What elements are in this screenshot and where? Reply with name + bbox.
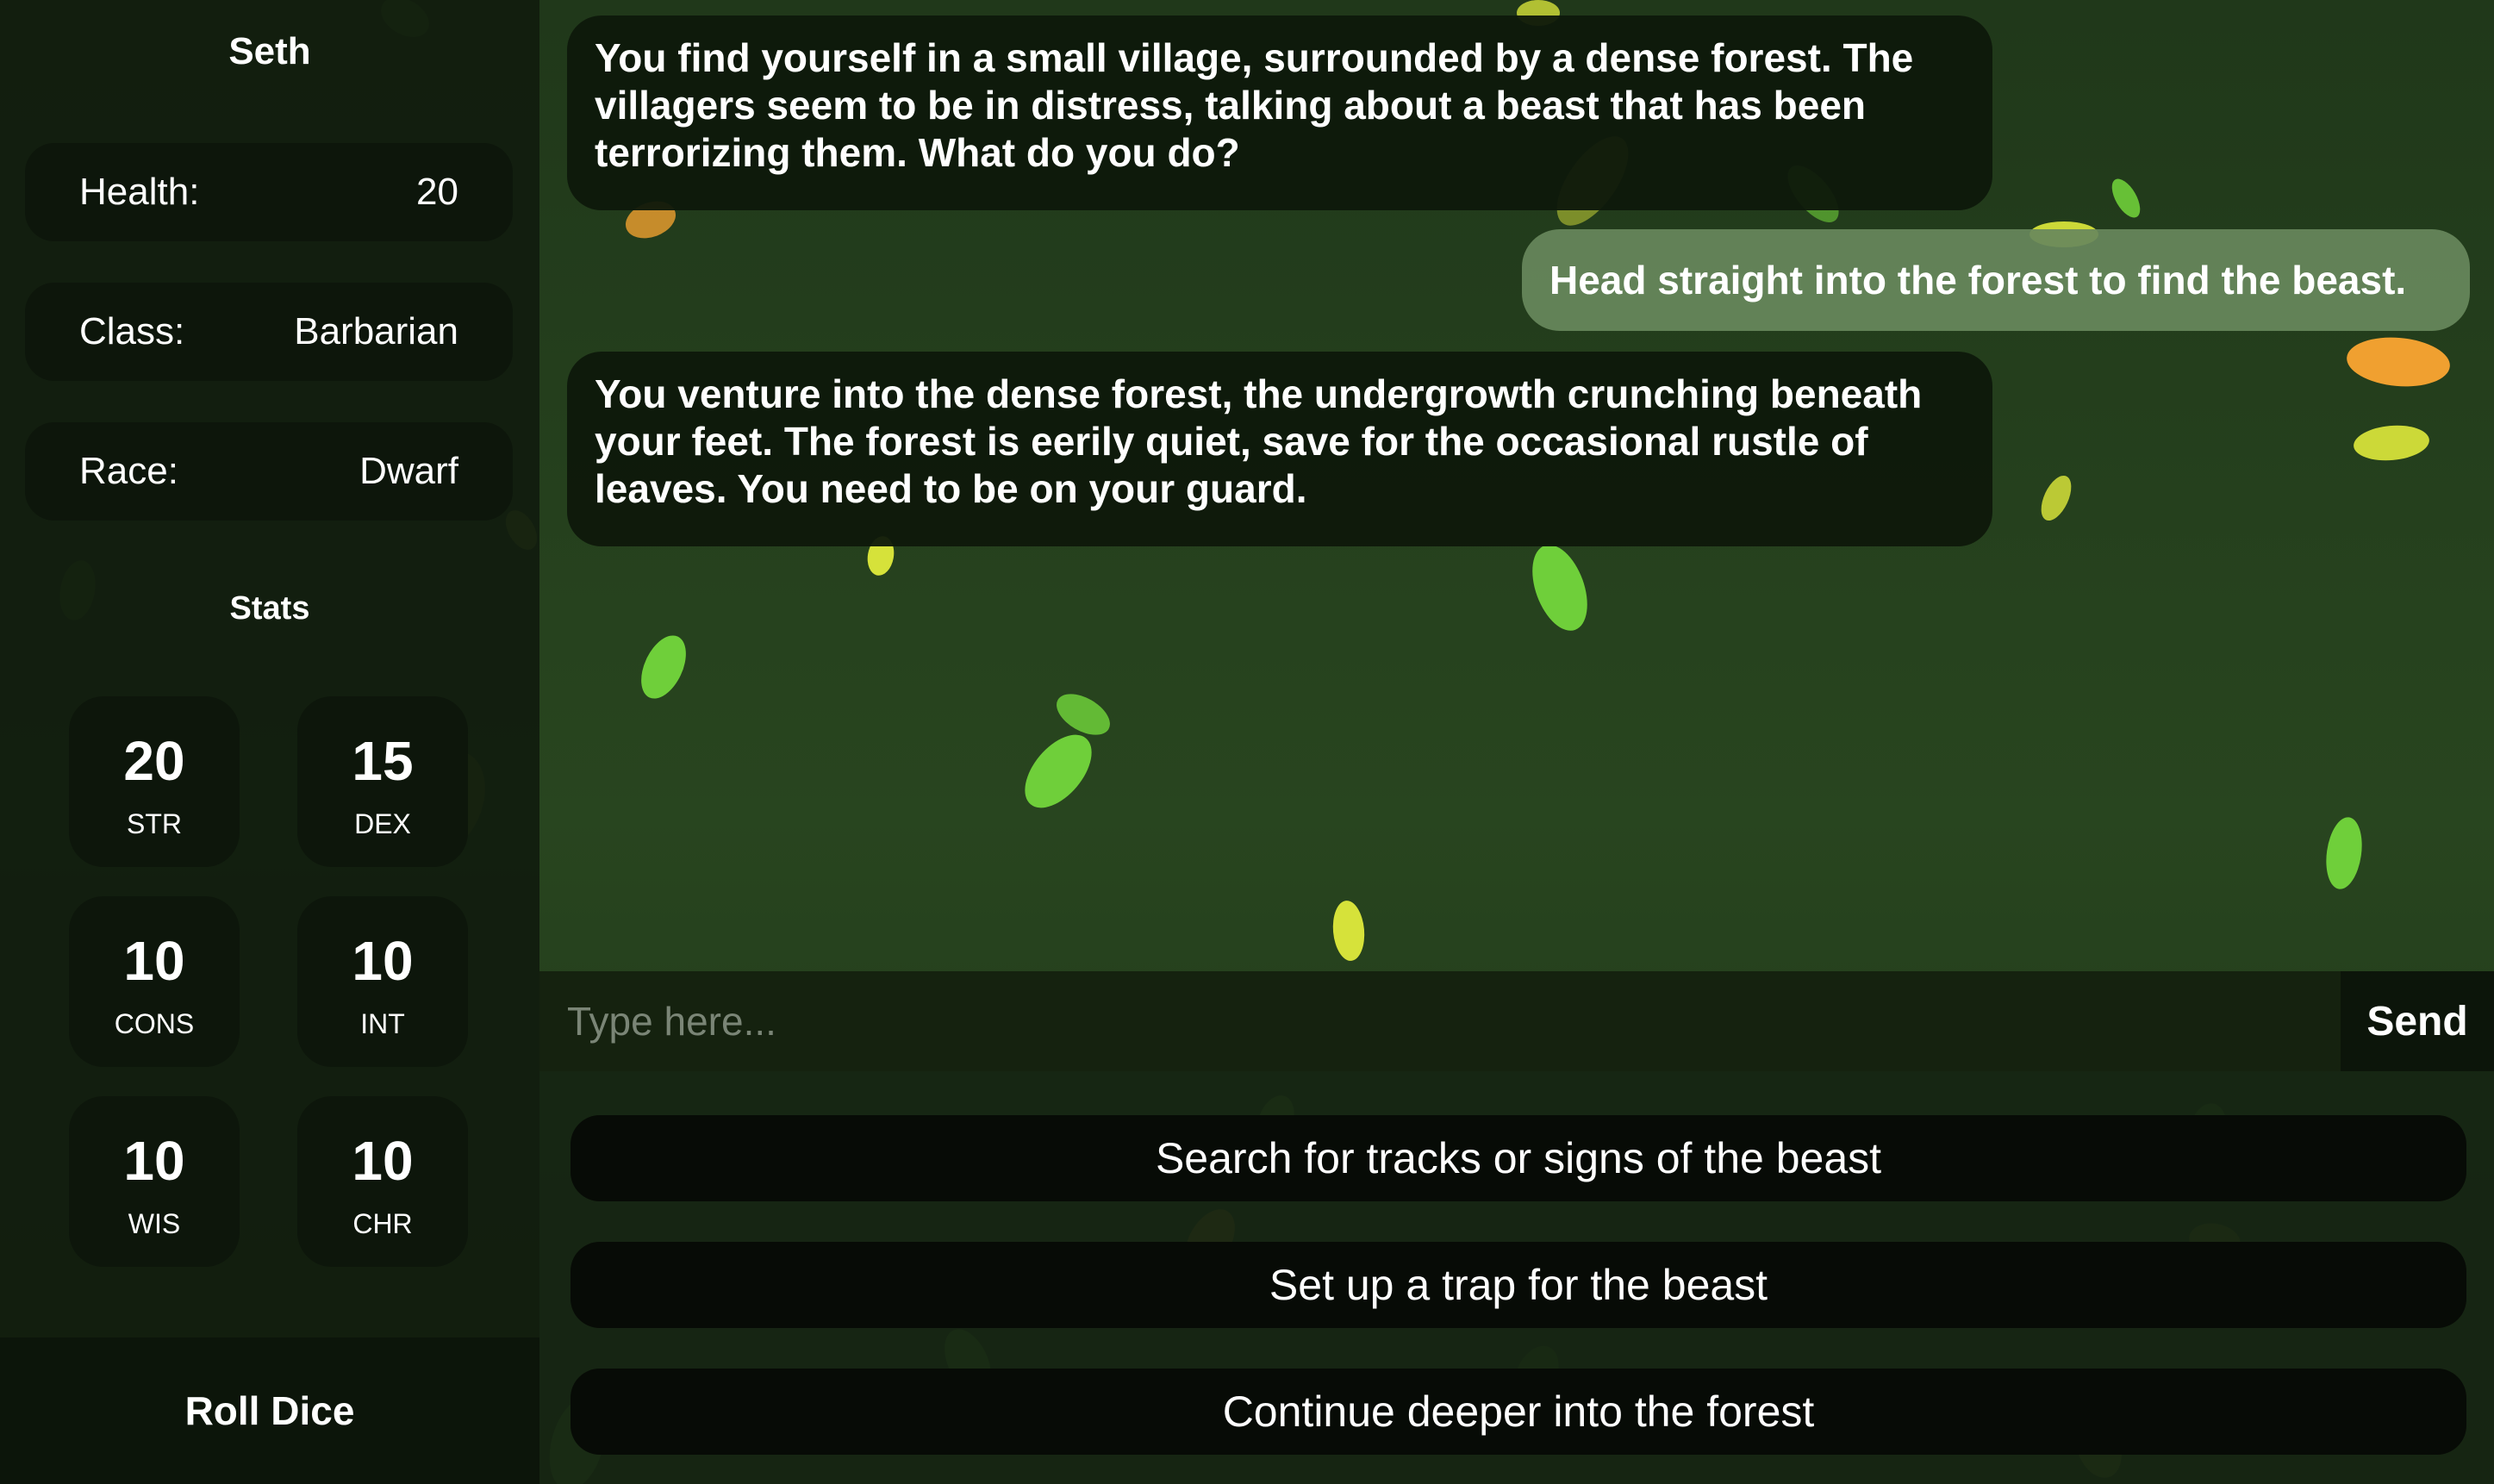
stat-label: INT bbox=[360, 1008, 405, 1039]
stat-label: DEX bbox=[354, 808, 411, 839]
send-button[interactable]: Send bbox=[2341, 971, 2494, 1071]
stat-label: CHR bbox=[352, 1208, 413, 1239]
stat-card-dex: 15 DEX bbox=[297, 696, 468, 867]
leaf-decoration bbox=[1012, 722, 1105, 820]
leaf-decoration bbox=[2344, 333, 2453, 391]
stat-value: 15 bbox=[352, 730, 414, 792]
leaf-decoration bbox=[1050, 685, 1117, 744]
character-sidebar: Seth Health: 20 Class: Barbarian Race: D… bbox=[0, 0, 539, 1484]
message-input[interactable] bbox=[539, 971, 2341, 1071]
leaf-decoration bbox=[1331, 899, 1367, 963]
narrator-message: You venture into the dense forest, the u… bbox=[567, 352, 1992, 546]
player-message: Head straight into the forest to find th… bbox=[1522, 229, 2470, 331]
leaf-decoration bbox=[2106, 174, 2146, 222]
class-value: Barbarian bbox=[294, 310, 458, 352]
leaf-decoration bbox=[2322, 814, 2366, 892]
stat-value: 10 bbox=[352, 1130, 414, 1192]
stat-value: 20 bbox=[123, 730, 185, 792]
stat-label: STR bbox=[127, 808, 182, 839]
choice-button[interactable]: Set up a trap for the beast bbox=[571, 1242, 2466, 1328]
class-box: Class: Barbarian bbox=[25, 283, 513, 381]
health-box: Health: 20 bbox=[25, 143, 513, 241]
leaf-decoration bbox=[2035, 471, 2078, 526]
stat-label: CONS bbox=[114, 1008, 195, 1039]
class-label: Class: bbox=[79, 310, 185, 352]
roll-dice-button[interactable]: Roll Dice bbox=[0, 1337, 539, 1484]
stat-value: 10 bbox=[123, 1130, 185, 1192]
health-label: Health: bbox=[79, 171, 200, 213]
race-label: Race: bbox=[79, 450, 178, 492]
leaf-decoration bbox=[1521, 537, 1599, 639]
character-name: Seth bbox=[228, 30, 311, 72]
stat-card-cons: 10 CONS bbox=[69, 896, 240, 1067]
race-value: Dwarf bbox=[359, 450, 458, 492]
stat-card-str: 20 STR bbox=[69, 696, 240, 867]
leaf-decoration bbox=[2352, 422, 2431, 464]
stat-card-chr: 10 CHR bbox=[297, 1096, 468, 1267]
leaf-decoration bbox=[632, 628, 695, 706]
health-value: 20 bbox=[416, 171, 458, 213]
stat-label: WIS bbox=[128, 1208, 181, 1239]
stat-card-int: 10 INT bbox=[297, 896, 468, 1067]
narrator-message: You find yourself in a small village, su… bbox=[567, 16, 1992, 210]
stat-value: 10 bbox=[123, 930, 185, 992]
stat-value: 10 bbox=[352, 930, 414, 992]
choice-button[interactable]: Continue deeper into the forest bbox=[571, 1369, 2466, 1455]
stats-heading: Stats bbox=[229, 590, 310, 627]
stat-card-wis: 10 WIS bbox=[69, 1096, 240, 1267]
choice-button[interactable]: Search for tracks or signs of the beast bbox=[571, 1115, 2466, 1201]
race-box: Race: Dwarf bbox=[25, 422, 513, 521]
